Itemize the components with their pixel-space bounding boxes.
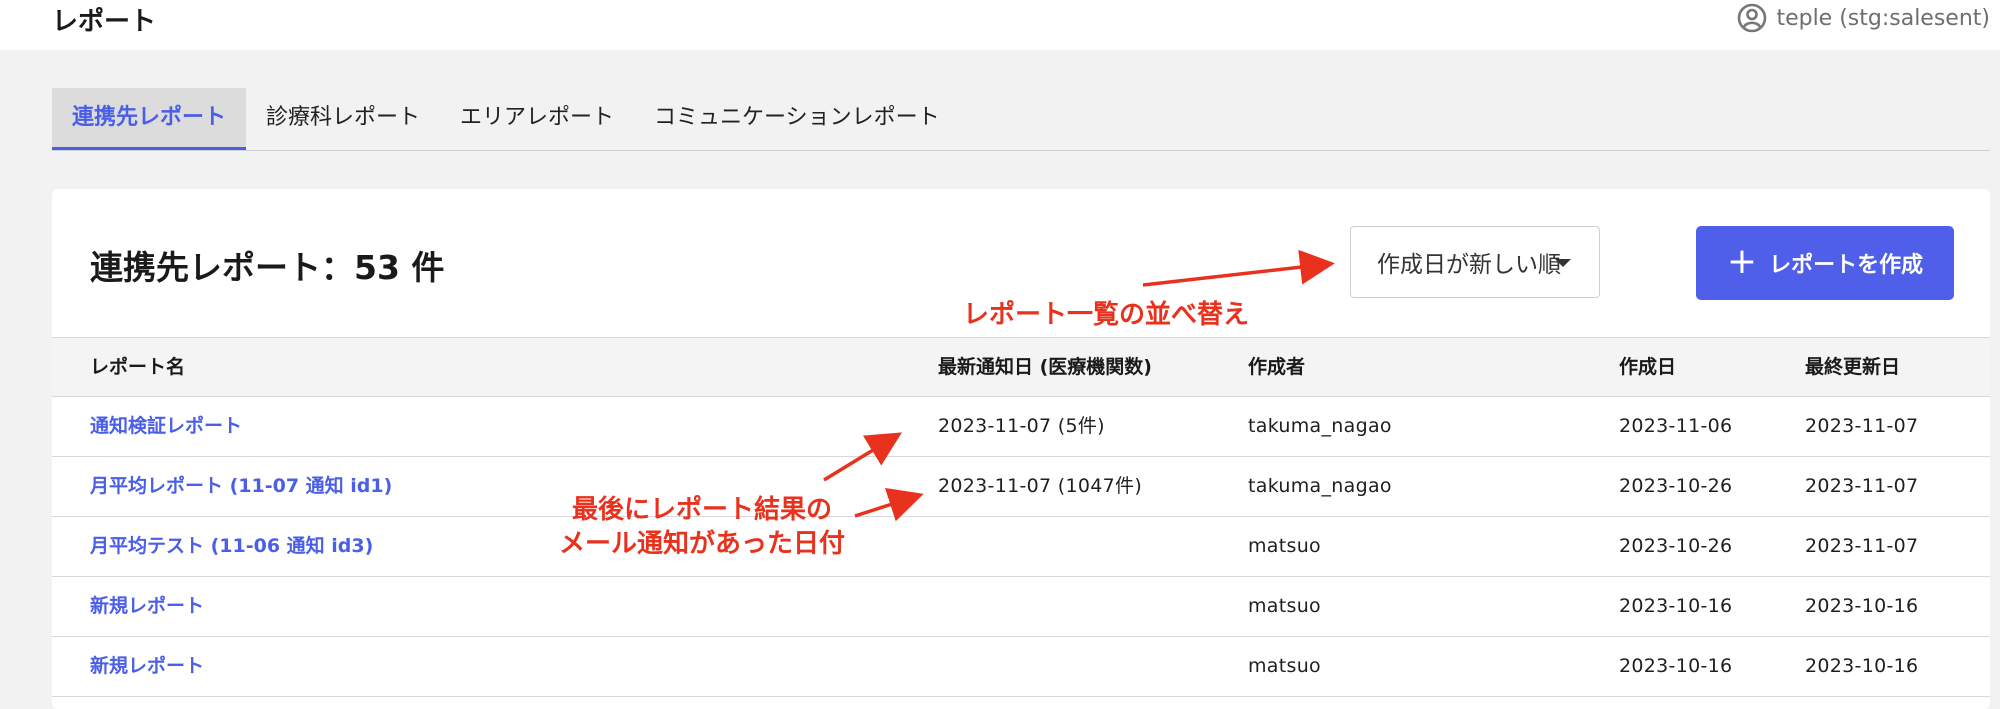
tab-area-report[interactable]: エリアレポート [440,88,634,150]
author-cell: takuma_nagao [1248,475,1392,497]
sort-order-value: 作成日が新しい順 [1377,252,1561,278]
sort-annotation: レポート一覧の並べ替え [963,300,1250,330]
author-cell: matsuo [1248,535,1321,557]
create-report-label: レポートを作成 [1769,253,1924,278]
header-author: 作成者 [1248,356,1306,378]
notify-annotation-line1: 最後にレポート結果の [571,495,832,525]
latest-notify-cell: 2023-11-07 (5件) [938,415,1105,437]
tab-communication-report[interactable]: コミュニケーションレポート [634,88,960,150]
table-row[interactable]: 月平均レポート (11-07 通知 id1) 2023-11-07 (1047件… [52,457,1990,517]
sort-order-select[interactable]: 作成日が新しい順 [1350,226,1600,298]
report-table: レポート名 最新通知日 (医療機関数) 作成者 作成日 最終更新日 通知検証レポ… [52,337,1990,697]
updated-cell: 2023-10-16 [1805,655,1919,677]
updated-cell: 2023-11-07 [1805,475,1919,497]
report-tabs: 連携先レポート 診療科レポート エリアレポート コミュニケーションレポート [52,88,1990,151]
table-row[interactable]: 新規レポート matsuo 2023-10-16 2023-10-16 [52,577,1990,637]
notify-annotation: 最後にレポート結果の メール通知があった日付 [552,493,852,561]
report-name-link[interactable]: 月平均テスト (11-06 通知 id3) [90,517,373,575]
user-circle-icon [1736,2,1768,34]
account-menu[interactable]: teple (stg:salesent) [1736,2,1990,34]
table-header: レポート名 最新通知日 (医療機関数) 作成者 作成日 最終更新日 [52,337,1990,397]
report-name-link[interactable]: 新規レポート [90,577,204,635]
table-row[interactable]: 通知検証レポート 2023-11-07 (5件) takuma_nagao 20… [52,397,1990,457]
author-cell: matsuo [1248,655,1321,677]
header-report-name: レポート名 [90,356,186,378]
updated-cell: 2023-10-16 [1805,595,1919,617]
created-cell: 2023-10-26 [1619,535,1733,557]
created-cell: 2023-10-26 [1619,475,1733,497]
report-name-link[interactable]: 月平均レポート (11-07 通知 id1) [90,457,392,515]
caret-down-icon [1555,259,1571,267]
report-name-link[interactable]: 通知検証レポート [90,397,242,455]
table-row[interactable]: 月平均テスト (11-06 通知 id3) matsuo 2023-10-26 … [52,517,1990,577]
updated-cell: 2023-11-07 [1805,415,1919,437]
plus-icon: + [1726,240,1758,282]
notify-annotation-line2: メール通知があった日付 [558,529,845,559]
create-report-button[interactable]: + レポートを作成 [1696,226,1954,300]
page-title: レポート [52,7,157,37]
top-bar: レポート teple (stg:salesent) [0,0,2000,50]
created-cell: 2023-11-06 [1619,415,1733,437]
report-count-title: 連携先レポート：53 件 [90,248,445,287]
header-created: 作成日 [1619,356,1677,378]
header-latest-notify: 最新通知日 (医療機関数) [938,356,1152,378]
tab-partner-report[interactable]: 連携先レポート [52,88,247,150]
latest-notify-cell: 2023-11-07 (1047件) [938,475,1143,497]
created-cell: 2023-10-16 [1619,655,1733,677]
author-cell: takuma_nagao [1248,415,1392,437]
tab-department-report[interactable]: 診療科レポート [246,88,440,150]
account-label: teple (stg:salesent) [1776,5,1990,31]
report-list-card: 連携先レポート：53 件 作成日が新しい順 + レポートを作成 レポート名 最新… [52,189,1990,709]
header-updated: 最終更新日 [1805,356,1901,378]
table-row[interactable]: 新規レポート matsuo 2023-10-16 2023-10-16 [52,637,1990,697]
author-cell: matsuo [1248,595,1321,617]
updated-cell: 2023-11-07 [1805,535,1919,557]
report-name-link[interactable]: 新規レポート [90,637,204,695]
created-cell: 2023-10-16 [1619,595,1733,617]
